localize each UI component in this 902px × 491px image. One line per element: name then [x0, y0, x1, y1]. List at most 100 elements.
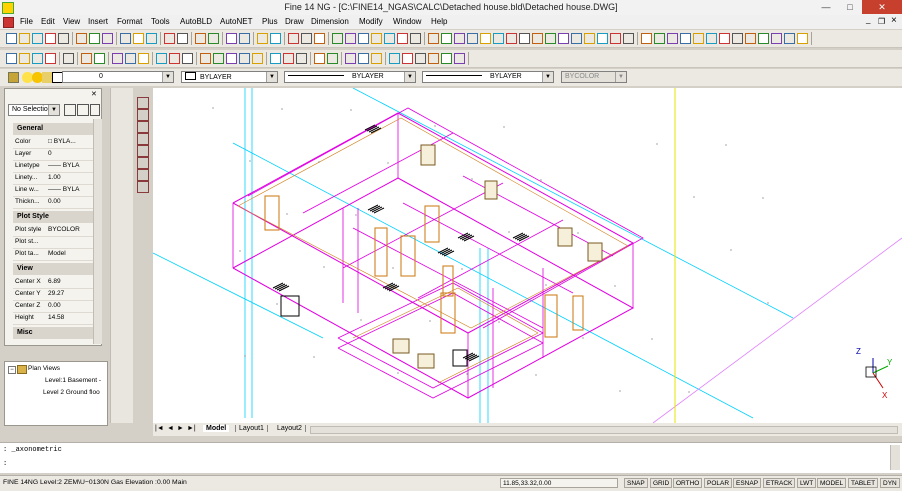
hatch-tool-icon[interactable] — [137, 145, 149, 157]
rotate-icon[interactable] — [19, 53, 30, 64]
arc-icon[interactable] — [177, 33, 188, 44]
pipe-icon[interactable] — [156, 53, 167, 64]
select-objects-icon[interactable] — [90, 104, 100, 116]
cut-icon[interactable] — [519, 33, 530, 44]
redo-icon[interactable] — [784, 33, 795, 44]
block-tool-icon[interactable] — [137, 157, 149, 169]
menu-tools[interactable]: Tools — [151, 17, 170, 26]
tab-prev-button[interactable]: ◄ — [167, 425, 174, 432]
doc-minimize-button[interactable]: _ — [866, 15, 870, 24]
mirror-icon[interactable] — [252, 53, 263, 64]
layer-manager-icon[interactable] — [8, 72, 19, 83]
rectangle-tool-icon[interactable] — [137, 133, 149, 145]
command-input[interactable]: : — [3, 460, 7, 468]
quick-select-icon[interactable] — [64, 104, 76, 116]
extend-icon[interactable] — [314, 53, 325, 64]
menu-dimension[interactable]: Dimension — [311, 17, 349, 26]
tab-last-button[interactable]: ►| — [187, 425, 196, 432]
cut-icon[interactable] — [301, 33, 312, 44]
plotstyle-combo[interactable]: BYCOLOR ▼ — [561, 71, 627, 83]
arc-icon[interactable] — [623, 33, 634, 44]
menu-help[interactable]: Help — [431, 17, 447, 26]
array-icon[interactable] — [81, 53, 92, 64]
fillet-icon[interactable] — [327, 53, 338, 64]
chevron-down-icon[interactable]: ▼ — [615, 72, 626, 82]
copy-icon[interactable] — [314, 33, 325, 44]
menu-window[interactable]: Window — [393, 17, 421, 26]
line-tool-icon[interactable] — [137, 97, 149, 109]
house-axonometric-drawing[interactable] — [153, 88, 902, 423]
document-icon[interactable] — [3, 17, 14, 28]
save-icon[interactable] — [493, 33, 504, 44]
status-toggle-grid[interactable]: GRID — [650, 478, 673, 488]
drawing-area[interactable]: Z Y X — [153, 88, 902, 423]
redo-icon[interactable] — [571, 33, 582, 44]
print-icon[interactable] — [506, 33, 517, 44]
status-toggle-snap[interactable]: SNAP — [624, 478, 648, 488]
attach-icon[interactable] — [200, 53, 211, 64]
copy-icon[interactable] — [76, 33, 87, 44]
scale-icon[interactable] — [32, 53, 43, 64]
pipe-icon[interactable] — [358, 53, 369, 64]
layer-icon[interactable] — [454, 33, 465, 44]
maximize-button[interactable]: □ — [838, 0, 862, 14]
trim-icon[interactable] — [94, 53, 105, 64]
array-icon[interactable] — [283, 53, 294, 64]
doc-close-button[interactable]: × — [891, 15, 897, 26]
menu-file[interactable]: File — [20, 17, 33, 26]
circle-icon[interactable] — [641, 33, 652, 44]
section-plot-style[interactable]: Plot Style — [13, 211, 93, 223]
menu-edit[interactable]: Edit — [41, 17, 55, 26]
save-icon[interactable] — [32, 33, 43, 44]
menu-autonet[interactable]: AutoNET — [220, 17, 252, 26]
valve-icon[interactable] — [371, 53, 382, 64]
undo-icon[interactable] — [345, 33, 356, 44]
line-icon[interactable] — [164, 33, 175, 44]
status-toggle-model[interactable]: MODEL — [817, 478, 847, 488]
palette-scrollbar[interactable] — [93, 119, 102, 344]
circle-icon[interactable] — [195, 33, 206, 44]
redo-icon[interactable] — [120, 33, 131, 44]
tree-root[interactable]: Plan Views — [28, 365, 60, 372]
pan-icon[interactable] — [384, 33, 395, 44]
region-tool-icon[interactable] — [137, 181, 149, 193]
save-icon[interactable] — [270, 33, 281, 44]
tab-next-button[interactable]: ► — [177, 425, 184, 432]
cut-icon[interactable] — [58, 33, 69, 44]
move-icon[interactable] — [415, 53, 426, 64]
new-icon[interactable] — [467, 33, 478, 44]
scale-icon[interactable] — [441, 53, 452, 64]
polyline-tool-icon[interactable] — [137, 109, 149, 121]
mirror-icon[interactable] — [454, 53, 465, 64]
text-icon[interactable] — [654, 33, 665, 44]
line-icon[interactable] — [610, 33, 621, 44]
doc-restore-button[interactable]: ❐ — [878, 17, 885, 26]
close-button[interactable]: ✕ — [862, 0, 902, 14]
selection-combo[interactable]: No Selectio ▼ — [8, 104, 60, 116]
horizontal-scrollbar[interactable] — [310, 426, 898, 434]
valve-icon[interactable] — [169, 53, 180, 64]
open-icon[interactable] — [19, 33, 30, 44]
prop-row[interactable]: Thickn... 0.00 — [13, 196, 93, 209]
menu-insert[interactable]: Insert — [88, 17, 108, 26]
menu-format[interactable]: Format — [117, 17, 142, 26]
tab-model[interactable]: Model — [203, 425, 230, 432]
attach-icon[interactable] — [402, 53, 413, 64]
scale-icon[interactable] — [239, 53, 250, 64]
rotate-icon[interactable] — [226, 53, 237, 64]
paste-icon[interactable] — [758, 33, 769, 44]
block-icon[interactable] — [345, 53, 356, 64]
zoom-icon[interactable] — [133, 33, 144, 44]
paste-icon[interactable] — [545, 33, 556, 44]
lineweight-combo[interactable]: BYLAYER ▼ — [422, 71, 554, 83]
menu-modify[interactable]: Modify — [359, 17, 383, 26]
explode-tool-icon[interactable] — [137, 169, 149, 181]
tab-layout2[interactable]: Layout2 — [274, 425, 306, 432]
prop-row[interactable]: Plot ta... Model — [13, 248, 93, 261]
palette-close-icon[interactable]: ✕ — [91, 90, 97, 98]
rotate-icon[interactable] — [428, 53, 439, 64]
menu-draw[interactable]: Draw — [285, 17, 304, 26]
fillet-icon[interactable] — [125, 53, 136, 64]
block-icon[interactable] — [138, 53, 149, 64]
zoom-icon[interactable] — [584, 33, 595, 44]
